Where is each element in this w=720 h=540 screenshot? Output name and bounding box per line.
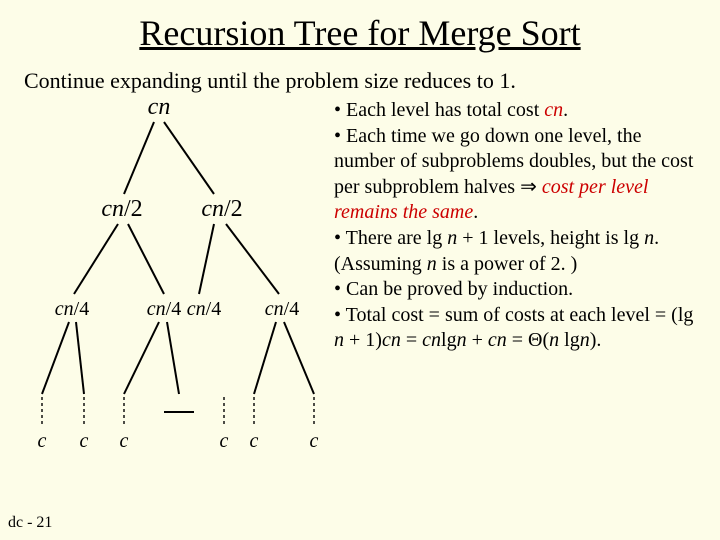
tree-l2-2: cn/4 (147, 298, 181, 321)
bullet-list: • Each level has total cost cn. • Each t… (334, 94, 702, 474)
tree-leaf-2: c (80, 430, 89, 453)
tree-lines (24, 94, 334, 474)
recursion-tree-diagram: cn cn/2 cn/2 cn/4 cn/4 cn/4 cn/4 c c c c… (24, 94, 334, 474)
tree-root-label: cn (148, 94, 171, 121)
tree-l1-left: cn/2 (101, 196, 142, 223)
tree-leaf-4: c (220, 430, 229, 453)
content-area: cn cn/2 cn/2 cn/4 cn/4 cn/4 cn/4 c c c c… (0, 94, 720, 474)
tree-l1-right: cn/2 (201, 196, 242, 223)
bullet-2: • Each time we go down one level, the nu… (334, 124, 702, 226)
tree-leaf-3: c (120, 430, 129, 453)
tree-leaf-5: c (250, 430, 259, 453)
tree-l2-3: cn/4 (187, 298, 221, 321)
slide-number: dc - 21 (8, 514, 52, 532)
tree-l2-4: cn/4 (265, 298, 299, 321)
tree-leaf-6: c (310, 430, 319, 453)
bullet-1: • Each level has total cost cn. (334, 98, 702, 124)
bullet-3: • There are lg n + 1 levels, height is l… (334, 226, 702, 277)
tree-l2-1: cn/4 (55, 298, 89, 321)
bullet-4: • Can be proved by induction. (334, 277, 702, 303)
tree-leaf-1: c (38, 430, 47, 453)
page-title: Recursion Tree for Merge Sort (0, 0, 720, 54)
page-subtitle: Continue expanding until the problem siz… (24, 68, 720, 94)
bullet-5: • Total cost = sum of costs at each leve… (334, 303, 702, 354)
